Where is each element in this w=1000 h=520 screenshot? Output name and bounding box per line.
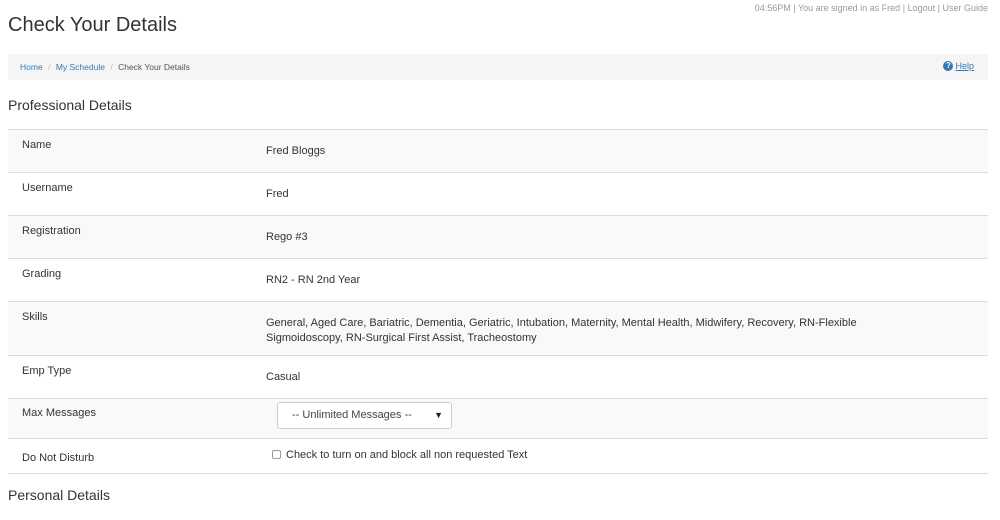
breadcrumb-bar: Home / My Schedule / Check Your Details …: [8, 54, 988, 80]
table-row-username: Username Fred: [8, 173, 988, 216]
breadcrumb-schedule-link[interactable]: My Schedule: [56, 62, 105, 72]
table-row-grading: Grading RN2 - RN 2nd Year: [8, 259, 988, 302]
table-row-name: Name Fred Bloggs: [8, 130, 988, 173]
table-row-max-messages: Max Messages -- Unlimited Messages -- ▼: [8, 399, 988, 439]
separator: |: [793, 3, 796, 13]
help-link[interactable]: ? Help: [943, 61, 974, 71]
breadcrumb-separator: /: [48, 62, 51, 72]
separator: |: [902, 3, 906, 13]
do-not-disturb-checkbox-label[interactable]: Check to turn on and block all non reque…: [286, 449, 527, 461]
logout-link[interactable]: Logout: [908, 3, 936, 13]
question-circle-icon: ?: [943, 61, 954, 71]
table-row-skills: Skills General, Aged Care, Bariatric, De…: [8, 302, 988, 356]
signed-in-text: You are signed in as Fred: [797, 3, 901, 13]
caret-down-icon: ▼: [434, 410, 443, 420]
registration-value: Rego #3: [266, 231, 308, 243]
page-title: Check Your Details: [8, 14, 177, 36]
table-row-do-not-disturb: Do Not Disturb Check to turn on and bloc…: [8, 439, 988, 474]
current-time: 04:56PM: [754, 3, 791, 13]
username-label: Username: [22, 182, 73, 194]
skills-value: General, Aged Care, Bariatric, Dementia,…: [266, 317, 857, 344]
max-messages-selected: -- Unlimited Messages --: [292, 409, 412, 421]
breadcrumb: Home / My Schedule / Check Your Details: [20, 62, 190, 72]
name-label: Name: [22, 139, 52, 151]
professional-details-table: Name Fred Bloggs Username Fred Registrat…: [8, 129, 988, 474]
breadcrumb-home-link[interactable]: Home: [20, 62, 43, 72]
max-messages-label: Max Messages: [22, 407, 96, 419]
table-row-registration: Registration Rego #3: [8, 216, 988, 259]
emp-type-value: Casual: [266, 371, 301, 383]
registration-label: Registration: [22, 225, 81, 237]
user-guide-link[interactable]: User Guide: [942, 3, 988, 13]
table-row-emp-type: Emp Type Casual: [8, 356, 988, 399]
separator: |: [937, 3, 940, 13]
breadcrumb-separator: /: [110, 62, 113, 72]
professional-details-heading: Professional Details: [8, 97, 132, 113]
skills-label: Skills: [22, 311, 48, 323]
username-value: Fred: [266, 188, 289, 200]
grading-label: Grading: [22, 268, 62, 280]
do-not-disturb-checkbox[interactable]: [272, 449, 281, 459]
grading-value: RN2 - RN 2nd Year: [266, 274, 361, 286]
personal-details-heading: Personal Details: [8, 487, 110, 503]
top-status-bar: 04:56PM | You are signed in as Fred | Lo…: [755, 3, 988, 13]
name-value: Fred Bloggs: [266, 145, 326, 157]
help-label: Help: [955, 61, 974, 71]
do-not-disturb-label: Do Not Disturb: [22, 452, 95, 464]
emp-type-label: Emp Type: [22, 365, 72, 377]
max-messages-select[interactable]: -- Unlimited Messages -- ▼: [277, 402, 452, 429]
breadcrumb-current: Check Your Details: [118, 62, 190, 72]
